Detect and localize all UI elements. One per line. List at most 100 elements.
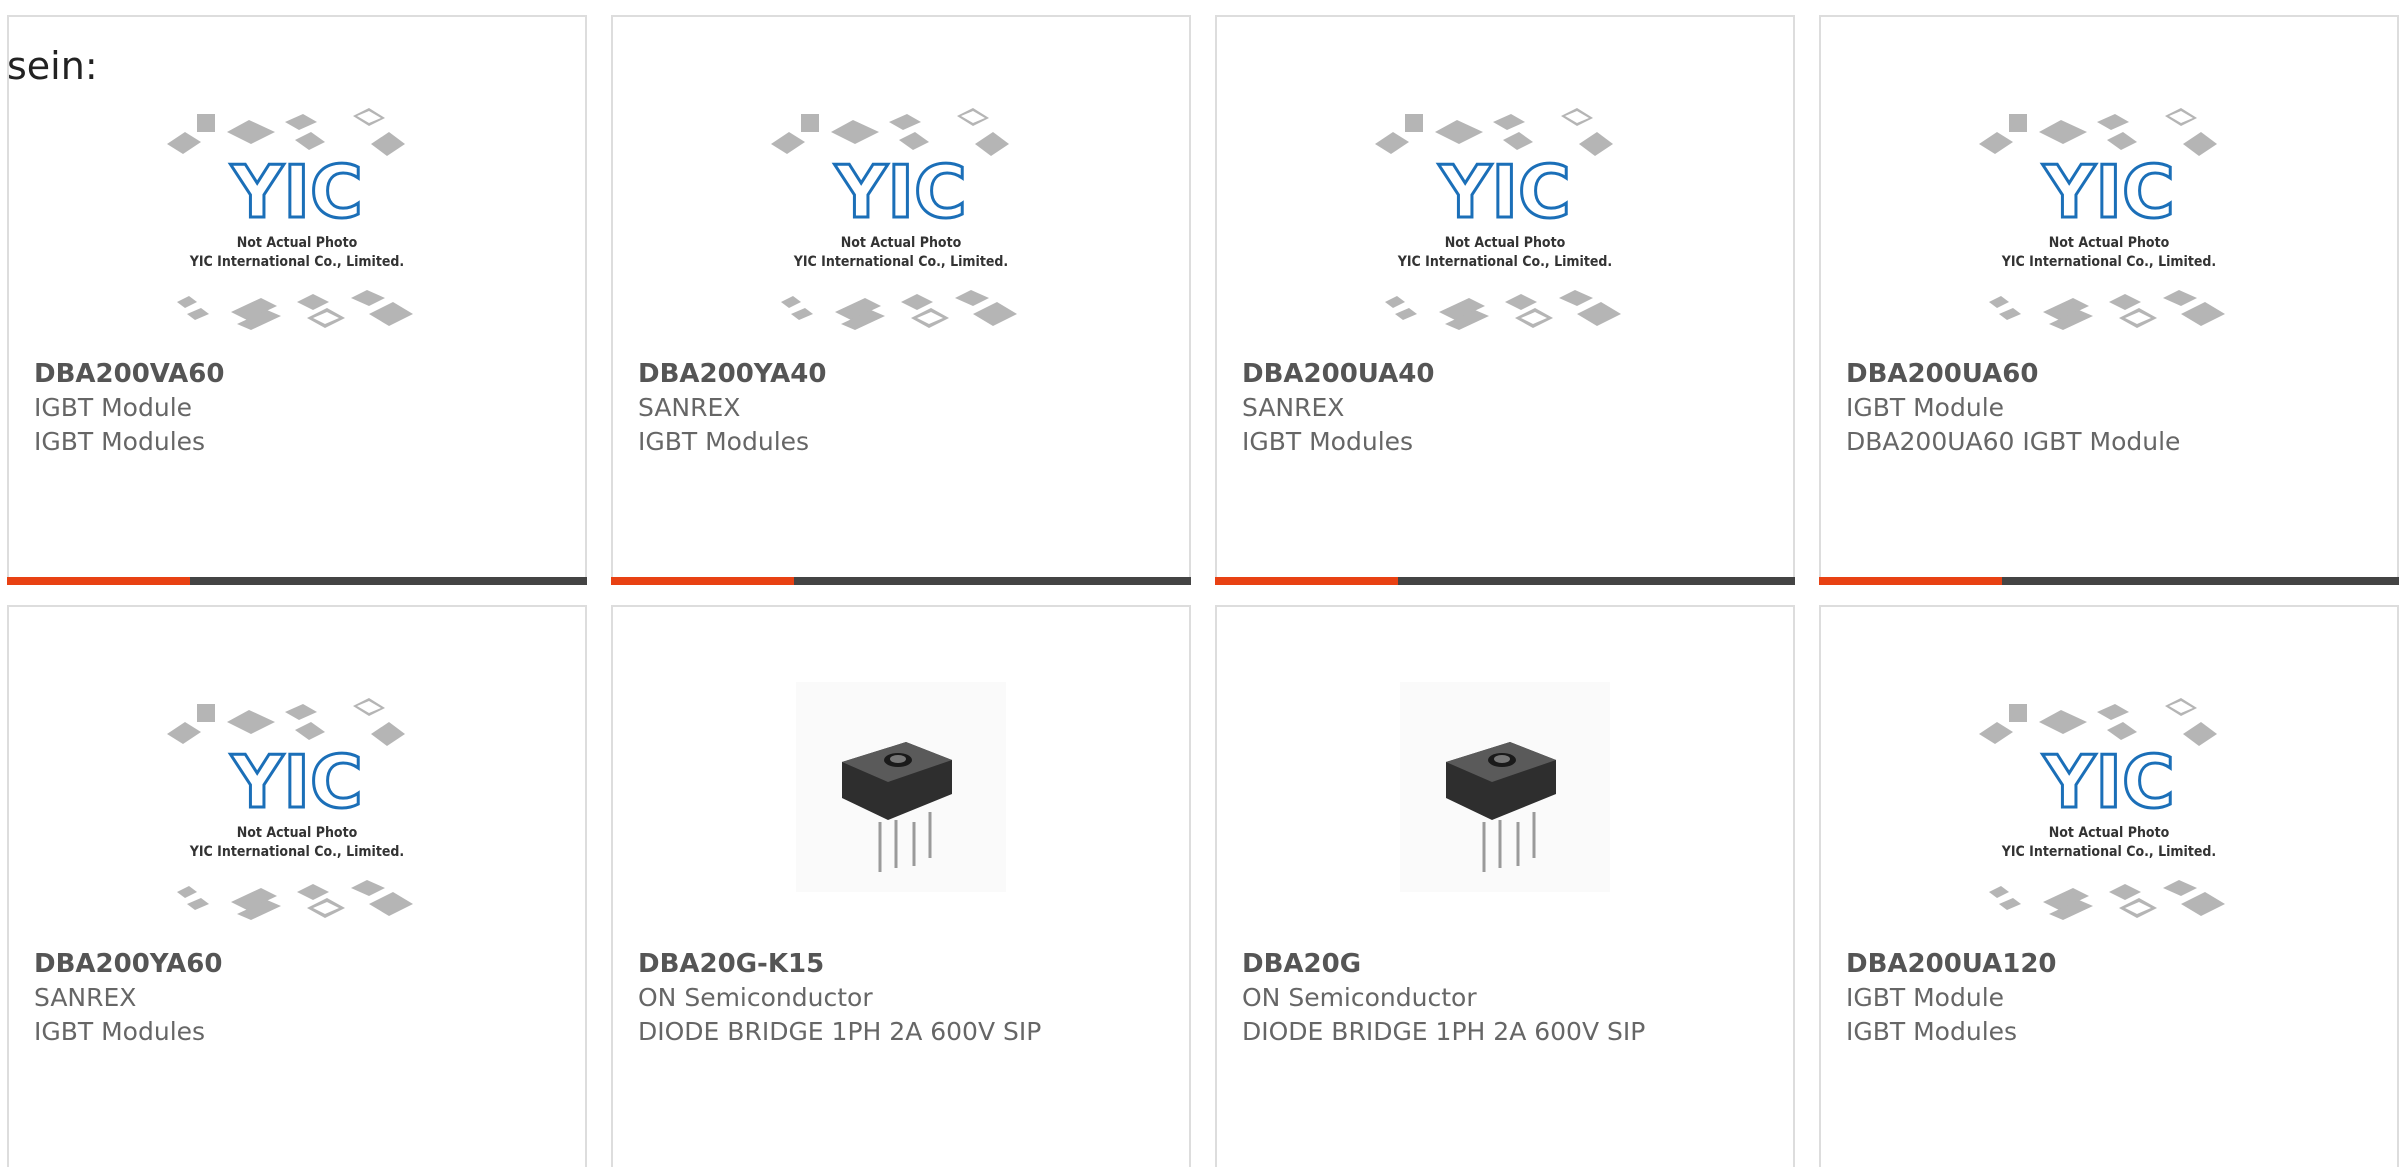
placeholder-line1: Not Actual Photo	[2049, 235, 2170, 251]
chip-shape-icon	[2097, 704, 2129, 720]
product-part-number-link[interactable]: DBA20G	[1242, 947, 1645, 981]
chip-shape-icon	[2183, 132, 2217, 156]
placeholder-line1: Not Actual Photo	[1445, 235, 1566, 251]
chip-shape-icon	[197, 114, 215, 132]
card-bottom-bar	[1819, 577, 2399, 585]
chip-shape-icon	[197, 704, 215, 722]
chip-shape-icon	[1979, 722, 2013, 744]
chip-shape-icon	[1505, 294, 1537, 310]
placeholder-line2: YIC International Co., Limited.	[189, 254, 404, 270]
product-image[interactable]: YIC Not Actual Photo YIC International Co.…	[9, 102, 585, 342]
chip-shape-icon	[831, 120, 879, 144]
product-card[interactable]: YIC Not Actual Photo YIC International Co.…	[1819, 15, 2399, 585]
product-card[interactable]: DBA20G ON Semiconductor DIODE BRIDGE 1PH…	[1215, 605, 1795, 1167]
product-manufacturer: ON Semiconductor	[638, 983, 873, 1012]
product-card[interactable]: YIC Not Actual Photo YIC International Co.…	[1819, 605, 2399, 1167]
product-part-number-link[interactable]: DBA20G-K15	[638, 947, 1041, 981]
card-bottom-bar	[1215, 577, 1795, 585]
product-image[interactable]	[613, 682, 1189, 932]
product-part-number-link[interactable]: DBA200YA40	[638, 357, 826, 391]
chip-shape-icon	[781, 296, 801, 308]
chip-shape-icon	[187, 308, 209, 320]
product-description: IGBT Modules	[1846, 1017, 2018, 1046]
chip-shape-icon	[2163, 880, 2197, 896]
chip-shape-icon	[1989, 886, 2009, 898]
yic-logo-icon: YIC	[2042, 150, 2175, 234]
chip-shape-icon	[369, 892, 413, 916]
chip-shape-icon	[1559, 290, 1593, 306]
product-description: IGBT Modules	[638, 427, 810, 456]
chip-shape-icon	[889, 114, 921, 130]
chip-shape-icon	[295, 722, 325, 740]
product-card[interactable]: YIC Not Actual Photo YIC International Co.…	[611, 15, 1191, 585]
product-info: DBA20G ON Semiconductor DIODE BRIDGE 1PH…	[1242, 947, 1645, 1049]
product-info: DBA200UA60 IGBT Module DBA200UA60 IGBT M…	[1846, 357, 2180, 459]
product-part-number-link[interactable]: DBA200UA60	[1846, 357, 2180, 391]
product-manufacturer: SANREX	[34, 983, 137, 1012]
chip-shape-icon	[1385, 296, 1405, 308]
placeholder-line1: Not Actual Photo	[2049, 825, 2170, 841]
product-part-number-link[interactable]: DBA200UA120	[1846, 947, 2057, 981]
product-image[interactable]: YIC Not Actual Photo YIC International Co.…	[1821, 102, 2397, 342]
yic-logo-icon: YIC	[1438, 150, 1571, 234]
product-image[interactable]: YIC Not Actual Photo YIC International Co.…	[1821, 692, 2397, 932]
chip-shape-icon	[901, 294, 933, 310]
chip-shape-icon	[771, 132, 805, 154]
chip-shape-icon	[975, 132, 1009, 156]
product-info: DBA200UA40 SANREX IGBT Modules	[1242, 357, 1434, 459]
card-accent	[1215, 577, 1398, 585]
product-description: IGBT Modules	[34, 427, 206, 456]
product-manufacturer: SANREX	[1242, 393, 1345, 422]
product-info: DBA200UA120 IGBT Module IGBT Modules	[1846, 947, 2057, 1049]
chip-shape-icon	[801, 114, 819, 132]
not-actual-photo-placeholder: YIC Not Actual Photo YIC International Co.…	[1365, 102, 1645, 342]
chip-shape-icon	[297, 884, 329, 900]
product-info: DBA20G-K15 ON Semiconductor DIODE BRIDGE…	[638, 947, 1041, 1049]
product-info: DBA200YA40 SANREX IGBT Modules	[638, 357, 826, 459]
chip-shape-icon	[2181, 892, 2225, 916]
diode-bridge-photo	[796, 682, 1006, 892]
chip-shape-icon	[167, 722, 201, 744]
chip-shape-icon	[369, 302, 413, 326]
chip-shape-icon	[2163, 290, 2197, 306]
product-card[interactable]: YIC Not Actual Photo YIC International Co.…	[7, 15, 587, 585]
placeholder-line2: YIC International Co., Limited.	[2001, 254, 2216, 270]
product-manufacturer: IGBT Module	[34, 393, 193, 422]
chip-shape-icon	[791, 308, 813, 320]
chip-shape-icon	[2107, 132, 2137, 150]
page: sein: YIC Not Actual Photo YIC Internation…	[0, 0, 2400, 1167]
product-part-number-link[interactable]: DBA200UA40	[1242, 357, 1434, 391]
product-image[interactable]: YIC Not Actual Photo YIC International Co.…	[9, 692, 585, 932]
product-part-number-link[interactable]: DBA200YA60	[34, 947, 222, 981]
chip-shape-icon	[177, 886, 197, 898]
chip-shape-icon	[1503, 132, 1533, 150]
card-accent	[611, 577, 794, 585]
product-image[interactable]	[1217, 682, 1793, 932]
placeholder-line2: YIC International Co., Limited.	[189, 844, 404, 860]
chip-shape-icon	[351, 290, 385, 306]
chip-shape-icon	[2183, 722, 2217, 746]
placeholder-line1: Not Actual Photo	[237, 825, 358, 841]
chip-shape-icon	[1579, 132, 1613, 156]
product-description: IGBT Modules	[34, 1017, 206, 1046]
chip-shape-icon	[1999, 308, 2021, 320]
product-image[interactable]: YIC Not Actual Photo YIC International Co.…	[1217, 102, 1793, 342]
chip-shape-icon	[1979, 132, 2013, 154]
card-accent	[1819, 577, 2002, 585]
chip-shape-icon	[2039, 710, 2087, 734]
not-actual-photo-placeholder: YIC Not Actual Photo YIC International Co.…	[157, 692, 437, 932]
product-image[interactable]: YIC Not Actual Photo YIC International Co.…	[613, 102, 1189, 342]
chip-shape-icon	[2107, 722, 2137, 740]
chip-shape-icon	[167, 132, 201, 154]
chip-shape-icon	[371, 132, 405, 156]
placeholder-line1: Not Actual Photo	[237, 235, 358, 251]
chip-shape-icon	[2109, 294, 2141, 310]
product-card[interactable]: YIC Not Actual Photo YIC International Co.…	[1215, 15, 1795, 585]
product-part-number-link[interactable]: DBA200VA60	[34, 357, 224, 391]
chip-shape-icon	[1375, 132, 1409, 154]
product-card[interactable]: YIC Not Actual Photo YIC International Co.…	[7, 605, 587, 1167]
product-card[interactable]: DBA20G-K15 ON Semiconductor DIODE BRIDGE…	[611, 605, 1191, 1167]
placeholder-line2: YIC International Co., Limited.	[1397, 254, 1612, 270]
chip-shape-icon	[2109, 884, 2141, 900]
chip-shape-icon	[351, 880, 385, 896]
